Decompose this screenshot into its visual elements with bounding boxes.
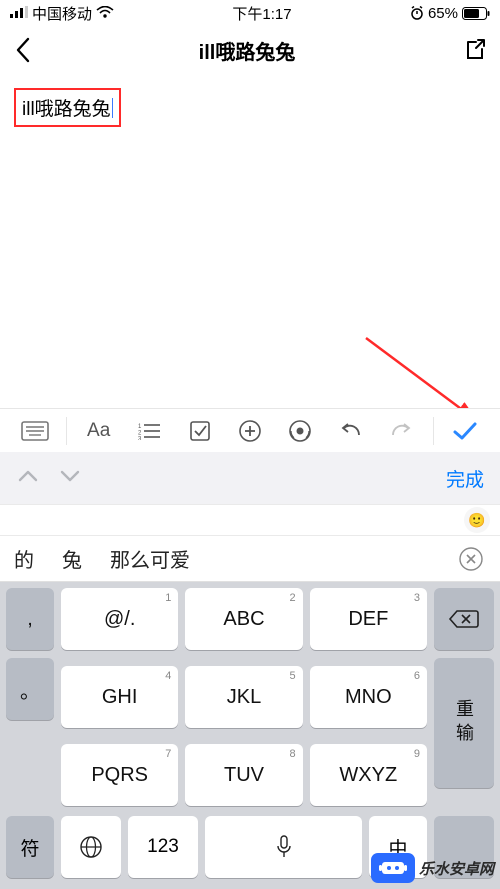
watermark-text: 乐水安卓网 — [419, 858, 494, 879]
watermark-logo-icon — [371, 853, 415, 883]
toolbar-separator — [433, 417, 434, 445]
undo-button[interactable] — [326, 421, 376, 441]
clock-label: 下午1:17 — [232, 3, 291, 24]
confirm-button[interactable] — [440, 421, 490, 441]
svg-text:3: 3 — [138, 436, 142, 440]
key-3-def[interactable]: 3DEF — [310, 588, 427, 650]
key-9-wxyz[interactable]: 9WXYZ — [310, 744, 427, 806]
key-backspace[interactable] — [434, 588, 494, 650]
share-button[interactable] — [462, 38, 486, 62]
battery-icon — [462, 7, 490, 20]
annotation-highlight-box: ill哦路兔兔 — [14, 88, 121, 127]
candidate-word[interactable]: 那么可爱 — [110, 544, 190, 573]
editor-text: ill哦路兔兔 — [22, 99, 111, 120]
status-bar: 中国移动 下午1:17 65% — [0, 0, 500, 26]
candidate-word[interactable]: 兔 — [62, 544, 82, 573]
key-reenter[interactable]: 重输 — [434, 658, 494, 788]
candidate-close-button[interactable] — [456, 544, 486, 574]
keyboard: , 。 1@/. 2ABC 3DEF 4GHI 5JKL 6MNO 7PQRS … — [0, 582, 500, 889]
toolbar-separator — [66, 417, 67, 445]
key-period[interactable]: 。 — [6, 658, 54, 720]
keyboard-toggle-button[interactable] — [10, 421, 60, 441]
editor-toolbar: Aa 123 — [0, 408, 500, 452]
ime-candidate-row: 的 兔 那么可爱 — [0, 536, 500, 582]
voice-record-button[interactable] — [275, 419, 325, 443]
signal-icon — [10, 5, 28, 22]
key-globe[interactable] — [61, 816, 121, 878]
key-symbol[interactable]: 符 — [6, 816, 54, 878]
key-1[interactable]: 1@/. — [61, 588, 178, 650]
battery-pct-label: 65% — [428, 5, 458, 22]
key-5-jkl[interactable]: 5JKL — [185, 666, 302, 728]
svg-text:1: 1 — [138, 424, 142, 430]
list-button[interactable]: 123 — [124, 422, 174, 440]
candidate-word[interactable]: 的 — [14, 544, 34, 573]
keyboard-accessory-row: 完成 — [0, 452, 500, 504]
wifi-icon — [96, 5, 114, 22]
key-123[interactable]: 123 — [128, 816, 198, 878]
ime-avatar-icon[interactable]: 🙂 — [464, 507, 490, 533]
back-button[interactable] — [14, 36, 32, 64]
chevron-up-icon[interactable] — [16, 468, 40, 489]
key-space-mic[interactable] — [205, 816, 362, 878]
key-8-tuv[interactable]: 8TUV — [185, 744, 302, 806]
watermark: 乐水安卓网 — [371, 853, 494, 883]
alarm-icon — [410, 6, 424, 20]
add-button[interactable] — [225, 419, 275, 443]
key-2-abc[interactable]: 2ABC — [185, 588, 302, 650]
key-7-pqrs[interactable]: 7PQRS — [61, 744, 178, 806]
redo-button[interactable] — [376, 421, 426, 441]
editor-area[interactable]: ill哦路兔兔 — [0, 74, 500, 141]
carrier-label: 中国移动 — [32, 3, 92, 24]
chevron-down-icon[interactable] — [58, 468, 82, 489]
font-button[interactable]: Aa — [73, 420, 123, 442]
text-cursor — [112, 98, 113, 118]
key-comma[interactable]: , — [6, 588, 54, 650]
key-4-ghi[interactable]: 4GHI — [61, 666, 178, 728]
checkbox-button[interactable] — [174, 420, 224, 442]
nav-bar: ill哦路兔兔 — [0, 26, 500, 74]
ime-bubble-bar: 🙂 — [0, 504, 500, 536]
key-6-mno[interactable]: 6MNO — [310, 666, 427, 728]
keyboard-done-button[interactable]: 完成 — [446, 465, 484, 492]
page-title: ill哦路兔兔 — [199, 36, 296, 65]
